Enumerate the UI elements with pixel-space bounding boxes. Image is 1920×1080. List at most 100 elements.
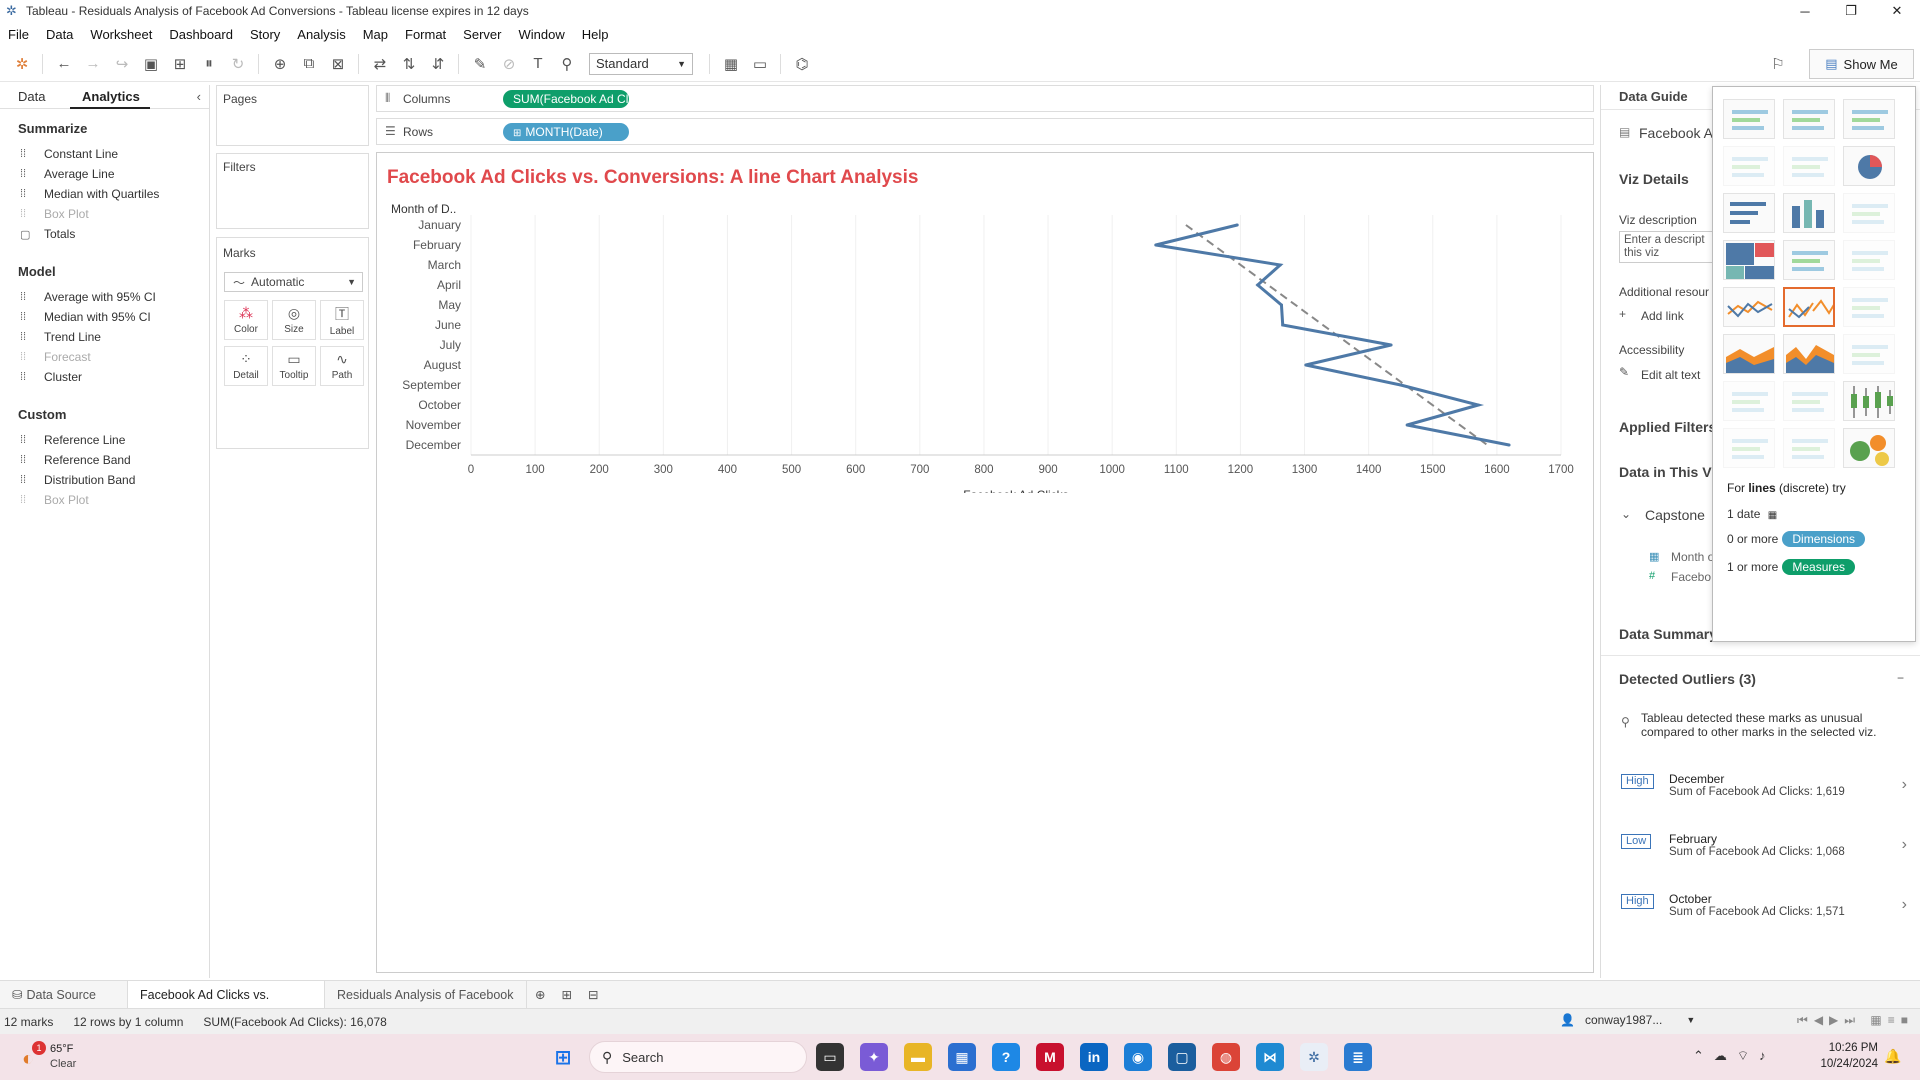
show-me-circle-views[interactable] [1783,240,1835,280]
analytics-item-average-line[interactable]: ⁞⁞ Average Line [0,164,209,184]
menu-worksheet[interactable]: Worksheet [90,27,152,42]
sheet-tab-residuals[interactable]: Residuals Analysis of Facebook ... [325,980,527,1030]
view-mode-icons[interactable]: ⏮◀▶⏭ ▦≡■ [1797,1013,1914,1028]
analytics-item-constant-line[interactable]: ⁞⁞ Constant Line [0,144,209,164]
vscode-icon[interactable]: ⋈ [1256,1043,1284,1071]
outlier-item[interactable]: Low February Sum of Facebook Ad Clicks: 1,… [1621,830,1920,874]
filters-shelf[interactable]: Filters [216,153,369,229]
chrome-icon[interactable]: ◍ [1212,1043,1240,1071]
collapse-pane-icon[interactable]: ‹ [197,89,201,104]
detected-outliers-heading[interactable]: Detected Outliers (3) [1619,671,1756,687]
file-explorer-icon[interactable]: ▬ [904,1043,932,1071]
menu-help[interactable]: Help [582,27,609,42]
new-dashboard-icon[interactable]: ⊞ [553,981,579,1009]
menu-window[interactable]: Window [518,27,564,42]
show-me-stacked-bars[interactable] [1783,193,1835,233]
show-me-side-by-side-circles[interactable] [1843,240,1895,280]
show-me-symbol-map[interactable] [1723,146,1775,186]
data-source-tab[interactable]: ⛁ Data Source [0,980,128,1009]
show-me-gantt-chart[interactable] [1723,428,1775,468]
highlight-icon[interactable]: ✎ [466,50,494,78]
show-me-treemap[interactable] [1723,240,1775,280]
minimize-button[interactable]: ─ [1782,0,1828,22]
replay-icon[interactable]: ↪ [108,50,136,78]
show-me-dual-lines[interactable] [1843,287,1895,327]
show-me-button[interactable]: ▤ Show Me [1809,49,1914,79]
data-guide-icon[interactable]: ⚐ [1764,50,1792,78]
applied-filters-heading[interactable]: Applied Filters [1619,419,1716,435]
tooltip-mark-button[interactable]: ▭ Tooltip [272,346,316,386]
swap-icon[interactable]: ⇄ [366,50,394,78]
analytics-item-median-with-quartiles[interactable]: ⁞⁞ Median with Quartiles [0,184,209,204]
collapse-icon[interactable]: − [1897,671,1904,685]
analytics-item-cluster[interactable]: ⁞⁞ Cluster [0,367,209,387]
show-me-area-discrete[interactable] [1783,334,1835,374]
edit-alt-text[interactable]: Edit alt text [1641,368,1700,382]
show-labels-icon[interactable]: T [524,50,552,78]
viz-title[interactable]: Facebook Ad Clicks vs. Conversions: A li… [387,167,918,189]
data-in-viz-heading[interactable]: Data in This Vi [1619,464,1715,480]
new-data-source-icon[interactable]: ⊞ [166,50,194,78]
new-story-icon[interactable]: ⊟ [580,981,606,1009]
chevron-down-icon[interactable]: ⌄ [1621,507,1631,521]
show-me-heat-map[interactable] [1843,99,1895,139]
show-me-scatter-plot[interactable] [1723,381,1775,421]
datasource-name[interactable]: Capstone [1645,507,1705,523]
menu-format[interactable]: Format [405,27,446,42]
show-me-lines-discrete[interactable] [1783,287,1835,327]
size-mark-button[interactable]: ◎ Size [272,300,316,340]
analytics-item-average-with-95-ci[interactable]: ⁞⁞ Average with 95% CI [0,287,209,307]
analytics-item-forecast[interactable]: ⁞⁞ Forecast [0,347,209,367]
outlier-item[interactable]: High October Sum of Facebook Ad Clicks: 1,… [1621,890,1920,934]
store-icon[interactable]: ▦ [948,1043,976,1071]
menu-server[interactable]: Server [463,27,501,42]
analytics-item-totals[interactable]: ▢ Totals [0,224,209,244]
tray-icons[interactable]: ⌃☁⌔♪ [1693,1048,1776,1064]
notepad-icon[interactable]: ≣ [1344,1043,1372,1071]
field-facebook[interactable]: Facebo [1671,570,1711,584]
group-icon[interactable]: ⊘ [495,50,523,78]
linkedin-icon[interactable]: in [1080,1043,1108,1071]
viz-details-heading[interactable]: Viz Details [1619,171,1689,187]
refresh-icon[interactable]: ↻ [224,50,252,78]
viz-description-input[interactable]: Enter a descript this viz [1619,231,1717,263]
analytics-item-box-plot[interactable]: ⁞⁞ Box Plot [0,204,209,224]
mcafee-icon[interactable]: M [1036,1043,1064,1071]
sort-descending-icon[interactable]: ⇵ [424,50,452,78]
help-icon[interactable]: ? [992,1043,1020,1071]
analytics-item-box-plot[interactable]: ⁞⁞ Box Plot [0,490,209,510]
tableau-home-icon[interactable]: ✲ [8,50,36,78]
user-menu[interactable]: 👤 conway1987... ▼ [1556,1013,1711,1027]
fit-select[interactable]: Standard ▼ [589,52,693,75]
show-me-horizontal-bars[interactable] [1723,193,1775,233]
show-cards-icon[interactable]: ▦ [717,50,745,78]
columns-pill[interactable]: SUM(Facebook Ad Cl.. [503,90,629,108]
show-me-box-and-whisker[interactable] [1843,381,1895,421]
show-me-text-table[interactable] [1723,99,1775,139]
label-mark-button[interactable]: 🅃 Label [320,300,364,340]
copilot-icon[interactable]: ✦ [860,1043,888,1071]
presentation-mode-icon[interactable]: ▭ [746,50,774,78]
color-mark-button[interactable]: ⁂ Color [224,300,268,340]
sheet-tab-facebook[interactable]: Facebook Ad Clicks vs. Conver... [128,980,325,1030]
analytics-item-trend-line[interactable]: ⁞⁞ Trend Line [0,327,209,347]
field-month[interactable]: Month o [1671,550,1714,564]
tab-data[interactable]: Data [0,89,70,104]
show-me-pie-chart[interactable] [1843,146,1895,186]
fix-axes-icon[interactable]: ⚲ [553,50,581,78]
outlier-item[interactable]: High December Sum of Facebook Ad Clicks: 1… [1621,770,1920,814]
mark-type-select[interactable]: 〜 Automatic ▼ [224,272,363,292]
show-me-packed-bubbles[interactable] [1843,428,1895,468]
path-mark-button[interactable]: ∿ Path [320,346,364,386]
show-me-lines-continuous[interactable] [1723,287,1775,327]
detail-mark-button[interactable]: ⁘ Detail [224,346,268,386]
menu-data[interactable]: Data [46,27,73,42]
notification-bell-icon[interactable]: 🔔 [1884,1048,1901,1065]
rows-pill[interactable]: ⊞ MONTH(Date) [503,123,629,141]
tab-analytics[interactable]: Analytics [70,85,150,109]
tableau-taskbar-icon[interactable]: ✲ [1300,1043,1328,1071]
add-link[interactable]: Add link [1641,309,1684,323]
redo-icon[interactable]: → [79,50,107,78]
analytics-item-distribution-band[interactable]: ⁞⁞ Distribution Band [0,470,209,490]
show-me-highlight-table[interactable] [1783,99,1835,139]
